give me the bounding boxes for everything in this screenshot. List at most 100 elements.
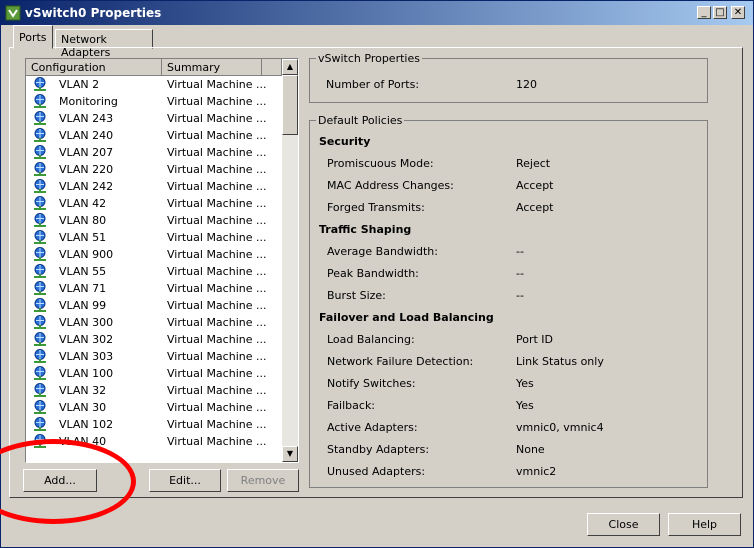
- port-name: VLAN 100: [59, 367, 114, 380]
- vswitch-properties-group: vSwitch Properties Number of Ports: 120: [309, 52, 708, 103]
- policy-label: Unused Adapters:: [327, 465, 426, 478]
- port-name: VLAN 243: [59, 112, 114, 125]
- port-summary: Virtual Machine ...: [167, 197, 267, 210]
- port-summary: Virtual Machine ...: [167, 248, 267, 261]
- port-summary: Virtual Machine ...: [167, 163, 267, 176]
- policy-value: Reject: [516, 157, 551, 170]
- remove-button[interactable]: Remove: [227, 469, 299, 492]
- policy-value: Link Status only: [516, 355, 604, 368]
- port-name: VLAN 207: [59, 146, 114, 159]
- port-summary: Virtual Machine ...: [167, 435, 267, 448]
- help-button[interactable]: Help: [668, 513, 741, 536]
- list-item[interactable]: Monitoring Virtual Machine ...: [26, 93, 282, 110]
- port-summary: Virtual Machine ...: [167, 265, 267, 278]
- port-group-icon: [33, 400, 47, 415]
- number-of-ports-value: 120: [516, 78, 537, 91]
- port-group-icon: [33, 349, 47, 364]
- port-group-icon: [33, 162, 47, 177]
- list-item[interactable]: VLAN 102 Virtual Machine ...: [26, 416, 282, 433]
- scroll-down-arrow-icon[interactable]: ▼: [282, 446, 298, 462]
- list-item[interactable]: VLAN 80 Virtual Machine ...: [26, 212, 282, 229]
- port-name: VLAN 71: [59, 282, 107, 295]
- default-policies-group: Default Policies Security Promiscuous Mod…: [309, 114, 708, 488]
- port-summary: Virtual Machine ...: [167, 384, 267, 397]
- minimize-button[interactable]: _: [697, 6, 711, 19]
- tab-network-adapters[interactable]: Network Adapters: [55, 29, 153, 59]
- port-summary: Virtual Machine ...: [167, 418, 267, 431]
- ports-list[interactable]: Configuration Summary VLAN 2 Virtual Mach…: [25, 58, 299, 463]
- port-group-icon: [33, 230, 47, 245]
- list-item[interactable]: VLAN 2 Virtual Machine ...: [26, 76, 282, 93]
- port-name: VLAN 900: [59, 248, 114, 261]
- column-header-summary[interactable]: Summary: [162, 59, 262, 76]
- port-summary: Virtual Machine ...: [167, 282, 267, 295]
- policy-section-heading: Failover and Load Balancing: [319, 311, 494, 324]
- list-item[interactable]: VLAN 71 Virtual Machine ...: [26, 280, 282, 297]
- port-group-icon: [33, 315, 47, 330]
- edit-button[interactable]: Edit...: [149, 469, 221, 492]
- list-item[interactable]: VLAN 302 Virtual Machine ...: [26, 331, 282, 348]
- vswitch-properties-window: vSwitch0 Properties _ □ ✕ Ports Network …: [0, 0, 754, 548]
- close-window-button[interactable]: ✕: [731, 6, 745, 19]
- port-summary: Virtual Machine ...: [167, 401, 267, 414]
- port-group-icon: [33, 281, 47, 296]
- port-name: VLAN 32: [59, 384, 107, 397]
- policy-label: Burst Size:: [327, 289, 386, 302]
- port-name: VLAN 220: [59, 163, 114, 176]
- policy-label: Forged Transmits:: [327, 201, 425, 214]
- policy-label: Active Adapters:: [327, 421, 418, 434]
- policy-value: --: [516, 245, 524, 258]
- port-name: Monitoring: [59, 95, 118, 108]
- list-item[interactable]: VLAN 99 Virtual Machine ...: [26, 297, 282, 314]
- policy-label: Failback:: [327, 399, 376, 412]
- port-summary: Virtual Machine ...: [167, 231, 267, 244]
- vertical-scrollbar[interactable]: ▲ ▼: [282, 59, 298, 462]
- list-item[interactable]: VLAN 243 Virtual Machine ...: [26, 110, 282, 127]
- port-group-icon: [33, 94, 47, 109]
- column-header-configuration[interactable]: Configuration: [26, 59, 162, 76]
- port-name: VLAN 2: [59, 78, 100, 91]
- scroll-up-arrow-icon[interactable]: ▲: [282, 59, 298, 75]
- policy-value: --: [516, 289, 524, 302]
- vsphere-app-icon: [5, 5, 21, 21]
- port-summary: Virtual Machine ...: [167, 180, 267, 193]
- list-item[interactable]: VLAN 240 Virtual Machine ...: [26, 127, 282, 144]
- list-item[interactable]: VLAN 30 Virtual Machine ...: [26, 399, 282, 416]
- policy-label: Network Failure Detection:: [327, 355, 474, 368]
- scroll-thumb[interactable]: [282, 75, 298, 135]
- ports-list-rows: VLAN 2 Virtual Machine ... Monitoring Virtu…: [26, 76, 282, 462]
- policy-label: Load Balancing:: [327, 333, 415, 346]
- maximize-button[interactable]: □: [713, 6, 727, 19]
- policy-value: Accept: [516, 179, 554, 192]
- list-item[interactable]: VLAN 207 Virtual Machine ...: [26, 144, 282, 161]
- policy-value: None: [516, 443, 545, 456]
- policy-value: --: [516, 267, 524, 280]
- policy-value: Accept: [516, 201, 554, 214]
- list-item[interactable]: VLAN 32 Virtual Machine ...: [26, 382, 282, 399]
- policy-label: Promiscuous Mode:: [327, 157, 434, 170]
- title-bar[interactable]: vSwitch0 Properties _ □ ✕: [1, 1, 753, 25]
- close-button[interactable]: Close: [587, 513, 660, 536]
- list-item[interactable]: VLAN 42 Virtual Machine ...: [26, 195, 282, 212]
- tab-ports[interactable]: Ports: [13, 25, 53, 49]
- port-group-icon: [33, 179, 47, 194]
- policy-section-heading: Traffic Shaping: [319, 223, 412, 236]
- port-name: VLAN 80: [59, 214, 107, 227]
- list-item[interactable]: VLAN 242 Virtual Machine ...: [26, 178, 282, 195]
- list-item[interactable]: VLAN 100 Virtual Machine ...: [26, 365, 282, 382]
- policy-label: MAC Address Changes:: [327, 179, 454, 192]
- port-summary: Virtual Machine ...: [167, 95, 267, 108]
- port-summary: Virtual Machine ...: [167, 78, 267, 91]
- list-item[interactable]: VLAN 51 Virtual Machine ...: [26, 229, 282, 246]
- list-item[interactable]: VLAN 55 Virtual Machine ...: [26, 263, 282, 280]
- port-name: VLAN 42: [59, 197, 107, 210]
- port-group-icon: [33, 213, 47, 228]
- list-item[interactable]: VLAN 900 Virtual Machine ...: [26, 246, 282, 263]
- list-item[interactable]: VLAN 220 Virtual Machine ...: [26, 161, 282, 178]
- list-item[interactable]: VLAN 300 Virtual Machine ...: [26, 314, 282, 331]
- port-name: VLAN 102: [59, 418, 114, 431]
- port-name: VLAN 240: [59, 129, 114, 142]
- window-title: vSwitch0 Properties: [25, 6, 162, 20]
- port-group-icon: [33, 383, 47, 398]
- list-item[interactable]: VLAN 303 Virtual Machine ...: [26, 348, 282, 365]
